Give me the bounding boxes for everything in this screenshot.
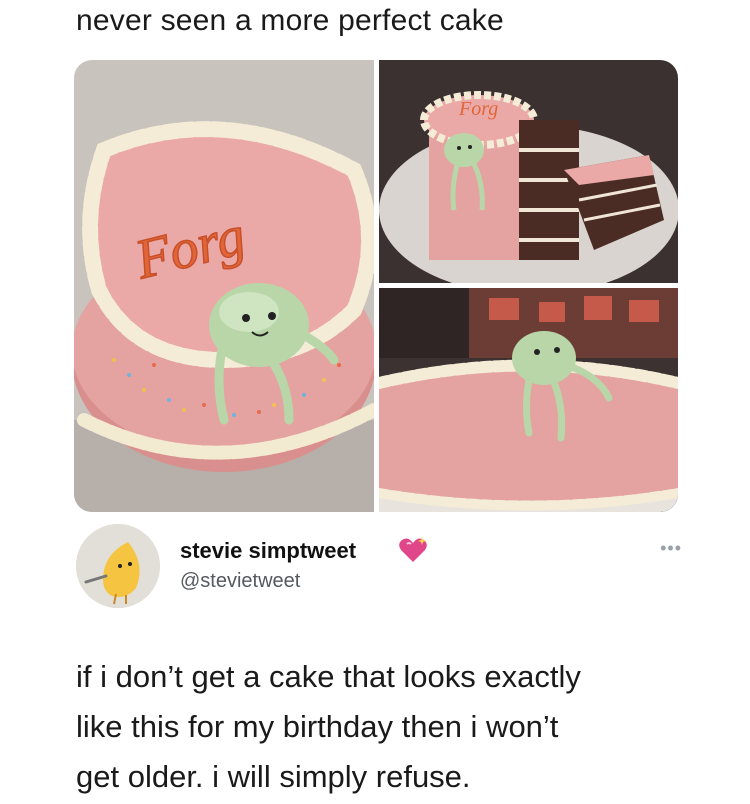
cake-photo-side-view[interactable] <box>379 288 678 512</box>
display-name[interactable]: stevie simptweet <box>180 538 356 564</box>
tweet-text: if i don’t get a cake that looks exactly… <box>76 652 696 802</box>
avatar[interactable] <box>76 524 160 608</box>
photo-grid[interactable]: Forg Forg <box>74 60 678 512</box>
tweet-text-line: if i don’t get a cake that looks exactly <box>76 659 581 694</box>
sparkling-heart-icon <box>399 537 427 562</box>
post-caption: never seen a more perfect cake <box>76 4 504 37</box>
cake-photo-top-view[interactable]: Forg <box>74 60 374 512</box>
cake-photo-sliced[interactable]: Forg <box>379 60 678 283</box>
svg-text:Forg: Forg <box>458 98 498 120</box>
more-options-icon[interactable]: ••• <box>660 538 682 559</box>
tweet-text-line: get older. i will simply refuse. <box>76 759 471 794</box>
tweet-text-line: like this for my birthday then i won’t <box>76 709 559 744</box>
tweet-author: stevie simptweet @stevietweet ••• <box>76 524 686 614</box>
handle[interactable]: @stevietweet <box>180 570 300 593</box>
